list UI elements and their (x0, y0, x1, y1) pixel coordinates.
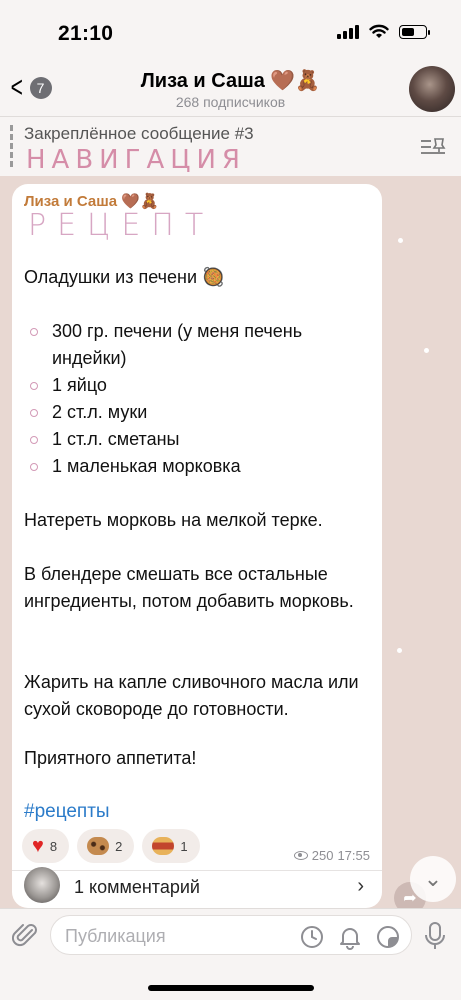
comments-label: 1 комментарий (74, 877, 200, 897)
post-meta: 250 17:55 (293, 848, 370, 863)
wifi-icon (369, 24, 389, 38)
bell-icon[interactable] (337, 924, 363, 950)
ingredient-item: 1 ст.л. сметаны (30, 426, 360, 453)
paperclip-icon[interactable] (12, 921, 40, 949)
pin-list-icon[interactable] (419, 135, 447, 159)
home-indicator (148, 985, 314, 991)
background-sparkle (398, 238, 403, 243)
bullet-icon (30, 409, 38, 417)
recipe-step: Приятного аппетита! (24, 748, 197, 768)
bullet-icon (30, 436, 38, 444)
background-sparkle (397, 648, 402, 653)
heart-icon: ♥ (32, 834, 44, 857)
pinned-message-bar[interactable]: Закреплённое сообщение #3 НАВИГАЦИЯ (0, 116, 461, 176)
status-time: 21:10 (58, 22, 114, 45)
bullet-icon (30, 463, 38, 471)
channel-subscribers: 268 подписчиков (175, 94, 286, 110)
input-placeholder: Публикация (65, 926, 166, 946)
battery-icon (399, 24, 430, 39)
reaction-heart[interactable]: ♥ 8 (22, 829, 70, 863)
views-count: 250 (311, 848, 334, 863)
ingredient-item: 1 яйцо (30, 372, 360, 399)
pinned-title: Закреплённое сообщение #3 (24, 124, 254, 143)
input-icons (299, 924, 401, 950)
status-bar: 21:10 (0, 0, 461, 60)
commenter-avatar (24, 867, 60, 903)
bullet-icon (30, 328, 38, 336)
post-heading: РЕЦЕПТ (28, 208, 215, 243)
chevron-right-icon: › (357, 875, 364, 897)
microphone-icon[interactable] (423, 921, 447, 951)
reactions-row: ♥ 8 2 1 (22, 829, 200, 863)
recipe-step: В блендере смешать все остальные ингреди… (24, 564, 354, 611)
comments-button[interactable]: 1 комментарий › (12, 867, 382, 908)
chevron-down-icon: ⌄ (423, 866, 443, 891)
hashtag-link[interactable]: #рецепты (24, 801, 110, 823)
ingredient-item: 1 маленькая морковка (30, 453, 360, 480)
channel-title[interactable]: Лиза и Саша 🤎🧸 (0, 68, 461, 93)
reaction-hotdog[interactable]: 1 (142, 829, 200, 863)
signal-icon (337, 24, 359, 39)
views-icon (293, 851, 308, 860)
chat-header: < 7 Лиза и Саша 🤎🧸 268 подписчиков (0, 60, 461, 116)
post-title: Оладушки из печени 🥘 (24, 267, 225, 287)
sticker-icon[interactable] (375, 924, 401, 950)
pinned-text: НАВИГАЦИЯ (26, 145, 246, 175)
channel-avatar[interactable] (409, 66, 455, 112)
cookie-icon (87, 837, 110, 855)
scroll-down-button[interactable]: ⌄ (410, 856, 456, 902)
pinned-indicator (10, 125, 13, 169)
ingredient-item: 2 ст.л. муки (30, 399, 360, 426)
bullet-icon (30, 382, 38, 390)
message-input[interactable]: Публикация (50, 915, 412, 955)
hotdog-icon (152, 837, 175, 855)
timer-icon[interactable] (299, 924, 325, 950)
recipe-step: Жарить на капле сливочного масла или сух… (24, 672, 359, 719)
background-sparkle (424, 348, 429, 353)
recipe-step: Натереть морковь на мелкой терке. (24, 510, 323, 530)
channel-post[interactable]: Лиза и Саша 🤎🧸 РЕЦЕПТ Оладушки из печени… (12, 184, 382, 908)
ingredient-item: 300 гр. печени (у меня печень индейки) (30, 318, 360, 372)
reaction-cookie[interactable]: 2 (77, 829, 135, 863)
status-icons (337, 24, 430, 39)
post-time: 17:55 (337, 848, 370, 863)
